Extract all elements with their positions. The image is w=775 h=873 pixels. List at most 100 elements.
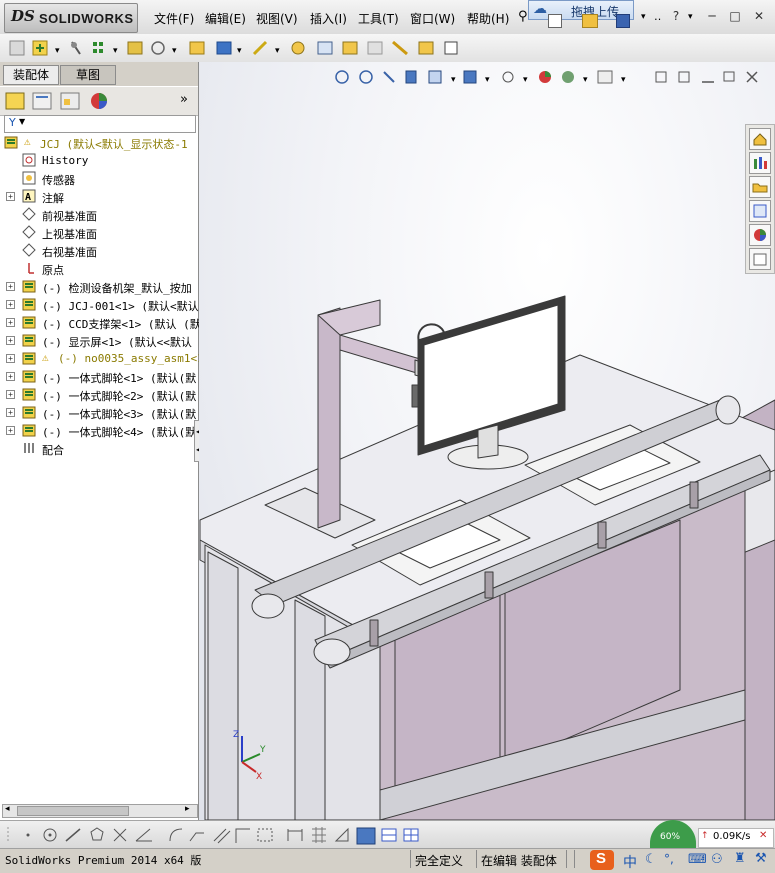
help-icon[interactable]: ? [668, 8, 684, 24]
svg-text:A: A [25, 192, 31, 203]
ime-language[interactable]: 中 [623, 852, 637, 872]
tree-item[interactable]: History [0, 152, 194, 170]
explode-line-sketch-icon [367, 41, 383, 55]
tree-item[interactable]: 配合 [0, 440, 194, 458]
menu-help[interactable]: 帮助(H) [467, 10, 509, 27]
tree-item[interactable]: + (-) JCJ-001<1> (默认<默认 [0, 296, 199, 314]
graphics-area[interactable] [199, 62, 775, 820]
viewport-restore-icon [723, 71, 735, 82]
tab-sketch[interactable]: 草图 [60, 65, 116, 85]
grid-icon [312, 827, 326, 843]
close-button[interactable]: ✕ [751, 8, 767, 24]
ime-keyboard-icon[interactable]: ⌨ [688, 852, 707, 867]
tree-item-label: 前视基准面 [42, 210, 97, 223]
file-explorer-icon[interactable] [749, 176, 771, 198]
tree-item[interactable]: 右视基准面 [0, 242, 194, 260]
restore-button[interactable]: □ [727, 8, 743, 24]
menu-edit[interactable]: 编辑(E) [205, 10, 246, 27]
tree-item[interactable]: + (-) 检测设备机架_默认_按加 [0, 278, 194, 296]
tree-item-label: 配合 [42, 444, 64, 457]
view-palette-icon[interactable] [749, 200, 771, 222]
ime-punctuation-icon[interactable]: °, [664, 852, 674, 866]
tree-item[interactable]: + ⚠ (-) no0035_assy_asm1<1> [0, 350, 210, 368]
offset-icon [213, 828, 231, 844]
close-widget-icon[interactable]: ✕ [759, 830, 767, 841]
tree-filter[interactable]: Y ▼ [4, 115, 196, 133]
annotation-icon: A [22, 189, 36, 203]
ime-shirt-icon[interactable]: ♜ [734, 851, 746, 866]
split-panels-icon [381, 828, 397, 842]
help-dropdown-icon[interactable]: ▾ [688, 12, 693, 22]
tree-horizontal-scrollbar[interactable]: ◂ ▸ [2, 804, 198, 818]
tree-item[interactable]: 传感器 [0, 170, 194, 188]
expand-toggle-icon[interactable]: + [6, 336, 15, 345]
assembly-model[interactable] [199, 62, 775, 820]
zoom-to-fit-icon [335, 70, 349, 84]
menu-file[interactable]: 文件(F) [154, 10, 194, 27]
tree-item[interactable]: + A 注解 [0, 188, 194, 206]
overflow-dots-icon[interactable]: ‥ [654, 10, 661, 23]
expand-toggle-icon[interactable]: + [6, 282, 15, 291]
pin-icon[interactable]: ⚲ [518, 9, 528, 24]
tree-item[interactable]: 原点 [0, 260, 194, 278]
expand-toggle-icon[interactable]: + [6, 426, 15, 435]
subassembly-icon [22, 315, 36, 329]
standard-toolbar: ▾ ▾ ▾ ▾ ▾ [0, 34, 775, 63]
svg-text:▾: ▾ [621, 75, 626, 85]
tree-item[interactable]: 前视基准面 [0, 206, 194, 224]
menu-window[interactable]: 窗口(W) [410, 10, 455, 27]
appearances-icon[interactable] [749, 224, 771, 246]
save-dropdown-icon[interactable]: ▾ [641, 12, 646, 22]
column-post [317, 307, 341, 529]
open-folder-icon[interactable] [582, 14, 598, 28]
menu-view[interactable]: 视图(V) [256, 10, 298, 27]
solidworks-resources-icon[interactable] [749, 128, 771, 150]
expand-toggle-icon[interactable]: + [6, 300, 15, 309]
tab-assembly[interactable]: 装配体 [3, 65, 59, 85]
expand-toggle-icon[interactable]: + [6, 318, 15, 327]
hole-alignment-icon [444, 41, 458, 55]
scroll-thumb[interactable] [17, 806, 129, 816]
display-manager-icon [91, 93, 107, 109]
minimize-button[interactable]: ─ [704, 8, 720, 24]
expand-toggle-icon[interactable]: + [6, 372, 15, 381]
tree-item[interactable]: + (-) CCD支撑架<1> (默认 (默 [0, 314, 201, 332]
warning-icon: ⚠ [42, 351, 49, 364]
conveyor-pulley-left [251, 593, 285, 619]
tree-item[interactable]: ⚠ JCJ (默认<默认_显示状态-1 [0, 134, 194, 152]
menu-tools[interactable]: 工具(T) [358, 10, 399, 27]
tree-item[interactable]: 上视基准面 [0, 224, 194, 242]
triad-x-label: X [256, 772, 262, 782]
expand-toggle-icon[interactable]: + [6, 354, 15, 363]
tree-item[interactable]: + (-) 一体式脚轮<3> (默认(默 [0, 404, 196, 422]
ime-settings-icon[interactable]: ⚒ [755, 851, 767, 866]
design-library-icon[interactable] [749, 152, 771, 174]
tree-item[interactable]: + (-) 一体式脚轮<2> (默认(默 [0, 386, 196, 404]
tree-item-label: 上视基准面 [42, 228, 97, 241]
ime-users-icon[interactable]: ⚇ [711, 852, 723, 867]
filter-dropdown-icon[interactable]: ▼ [19, 117, 25, 126]
ime-moon-icon[interactable]: ☾ [645, 852, 657, 867]
more-tabs-icon[interactable]: » [180, 92, 188, 107]
menu-insert[interactable]: 插入(I) [310, 10, 347, 27]
tree-item[interactable]: + (-) 一体式脚轮<4> (默认(默 [0, 422, 196, 440]
ime-logo-icon[interactable]: S [590, 850, 614, 870]
new-document-icon[interactable] [548, 14, 562, 28]
tree-item[interactable]: + (-) 显示屏<1> (默认<<默认 [0, 332, 194, 350]
svg-text:▾: ▾ [583, 75, 588, 85]
expand-toggle-icon[interactable]: + [6, 390, 15, 399]
scroll-left-icon[interactable]: ◂ [5, 804, 10, 814]
tree-item[interactable]: + (-) 一体式脚轮<1> (默认(默 [0, 368, 196, 386]
expand-toggle-icon[interactable]: + [6, 192, 15, 201]
save-icon[interactable] [616, 14, 630, 28]
exploded-view-icon [342, 41, 358, 55]
tree-item-label: JCJ (默认<默认_显示状态-1 [40, 138, 188, 151]
solidworks-logo[interactable]: DS SOLIDWORKS [4, 3, 138, 33]
custom-properties-icon[interactable] [749, 248, 771, 270]
heads-up-view-toolbar: ▾ ▾ ▾ ▾ ▾ [330, 66, 770, 90]
show-hidden-icon [189, 41, 205, 55]
expand-toggle-icon[interactable]: + [6, 408, 15, 417]
construction-box-icon [257, 828, 273, 842]
sketch-fillet-icon [169, 828, 183, 842]
scroll-right-icon[interactable]: ▸ [185, 804, 190, 814]
